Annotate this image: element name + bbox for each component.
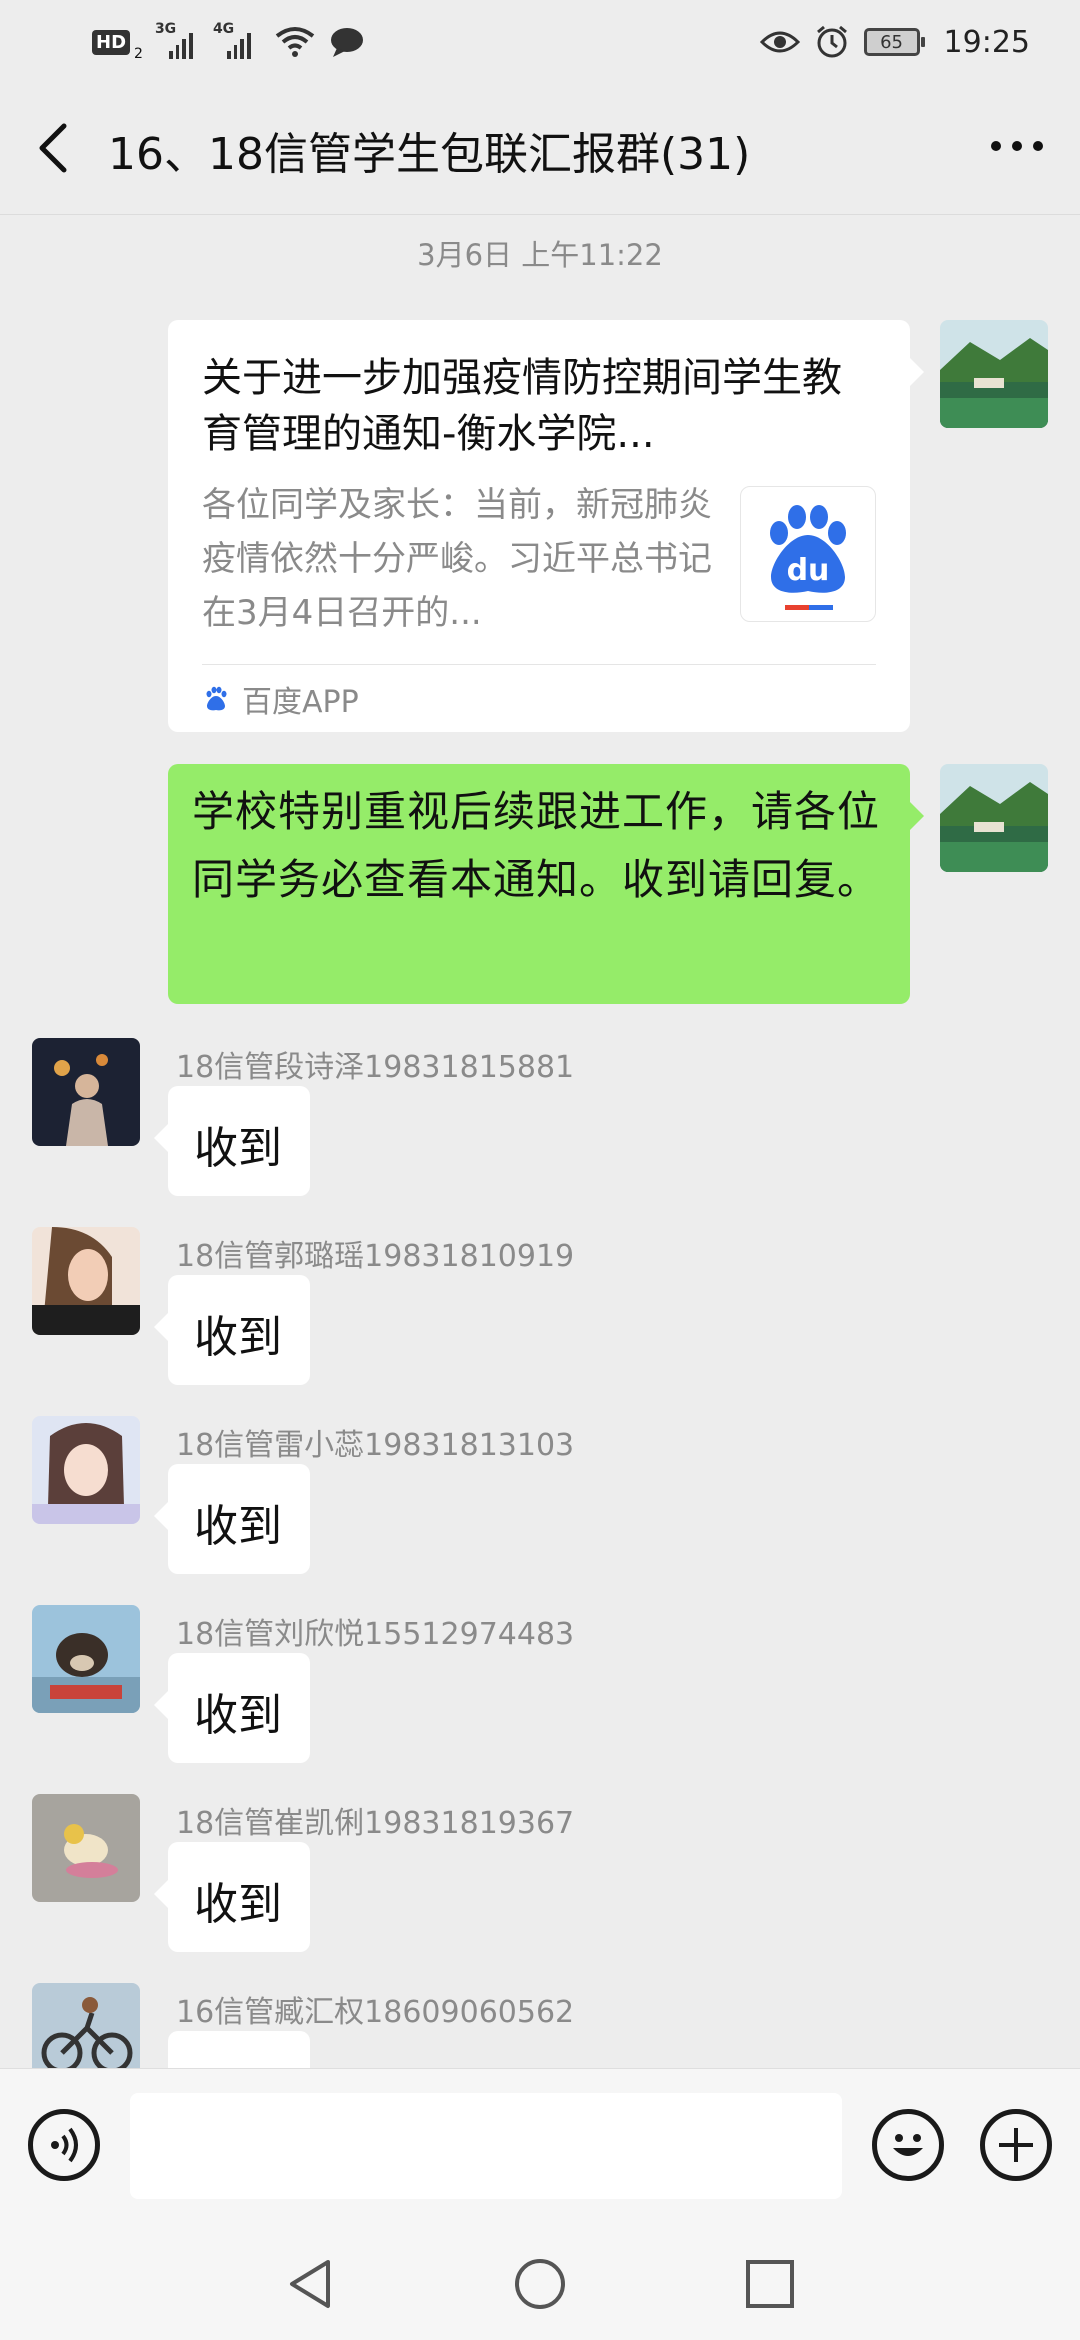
reply-bubble[interactable]: 收到 <box>154 1086 310 1196</box>
plus-icon <box>999 2128 1033 2162</box>
message-timestamp: 3月6日 上午11:22 <box>417 238 663 272</box>
reply-text: 收到 <box>194 1501 282 1552</box>
sender-name: 18信管崔凯俐19831819367 <box>176 1806 575 1841</box>
reply-text: 收到 <box>194 1690 282 1741</box>
own-message-bubble[interactable]: 学校特别重视后续跟进工作，请各位同学务必查看本通知。收到请回复。 <box>168 764 924 1004</box>
avatar-image <box>32 1416 140 1524</box>
sender-name: 18信管段诗泽19831815881 <box>176 1050 575 1085</box>
baidu-logo-text: du <box>786 553 830 588</box>
nav-recents-icon[interactable] <box>744 2258 796 2310</box>
reply-bubble[interactable]: 收到 <box>154 1653 310 1763</box>
own-message-text: 学校特别重视后续跟进工作，请各位同学务必查看本通知。收到请回复。 <box>192 787 881 904</box>
more-functions-button[interactable] <box>980 2109 1052 2181</box>
avatar[interactable] <box>32 1605 140 1713</box>
sender-name: 18信管雷小蕊19831813103 <box>176 1428 575 1463</box>
sender-name: 18信管郭璐瑶19831810919 <box>176 1239 575 1274</box>
avatar-image <box>32 1983 140 2068</box>
emoji-icon <box>893 2134 923 2156</box>
avatar[interactable] <box>940 764 1048 872</box>
link-card-source: 百度APP <box>202 675 359 723</box>
link-card-source-label: 百度APP <box>242 685 359 720</box>
system-navigation-bar <box>0 2228 1080 2340</box>
reply-bubble[interactable]: 收到 <box>154 1842 310 1952</box>
reply-text: 收到 <box>194 2057 282 2068</box>
card-divider <box>202 664 876 665</box>
reply-bubble[interactable]: 收到 <box>168 2031 310 2068</box>
avatar[interactable] <box>32 1038 140 1146</box>
baidu-logo-thumbnail: du <box>740 486 876 622</box>
reply-bubble[interactable]: 收到 <box>154 1275 310 1385</box>
landscape-avatar-image <box>940 764 1048 872</box>
link-card-description: 各位同学及家长：当前，新冠肺炎疫情依然十分严峻。习近平总书记在3月4日召开的..… <box>202 485 712 633</box>
avatar-image <box>32 1794 140 1902</box>
avatar-image <box>32 1227 140 1335</box>
emoji-button[interactable] <box>872 2109 944 2181</box>
avatar[interactable] <box>32 1983 140 2068</box>
voice-toggle-button[interactable] <box>28 2109 100 2181</box>
avatar[interactable] <box>32 1794 140 1902</box>
avatar[interactable] <box>940 320 1048 428</box>
sender-name: 16信管臧汇权18609060562 <box>176 1995 575 2030</box>
nav-back-icon[interactable] <box>284 2256 336 2312</box>
avatar[interactable] <box>32 1416 140 1524</box>
reply-text: 收到 <box>194 1312 282 1363</box>
link-card-title: 关于进一步加强疫情防控期间学生教育管理的通知-衡水学院... <box>202 355 842 457</box>
avatar-image <box>32 1038 140 1146</box>
baidu-app-icon <box>206 686 227 711</box>
reply-text: 收到 <box>194 1123 282 1174</box>
reply-bubble[interactable]: 收到 <box>154 1464 310 1574</box>
shared-link-card[interactable]: 关于进一步加强疫情防控期间学生教育管理的通知-衡水学院... 各位同学及家长：当… <box>168 320 924 732</box>
nav-home-icon[interactable] <box>512 2256 568 2312</box>
sender-name: 18信管刘欣悦15512974483 <box>176 1617 575 1652</box>
chat-area[interactable]: 3月6日 上午11:22 关于进一步加强疫情防控期间学生教育管理的通知-衡水学院… <box>0 0 1080 2068</box>
reply-text: 收到 <box>194 1879 282 1930</box>
landscape-avatar-image <box>940 320 1048 428</box>
avatar-image <box>32 1605 140 1713</box>
chat-input-bar <box>0 2068 1080 2229</box>
message-input[interactable] <box>130 2093 842 2199</box>
voice-icon <box>51 2127 78 2163</box>
avatar[interactable] <box>32 1227 140 1335</box>
